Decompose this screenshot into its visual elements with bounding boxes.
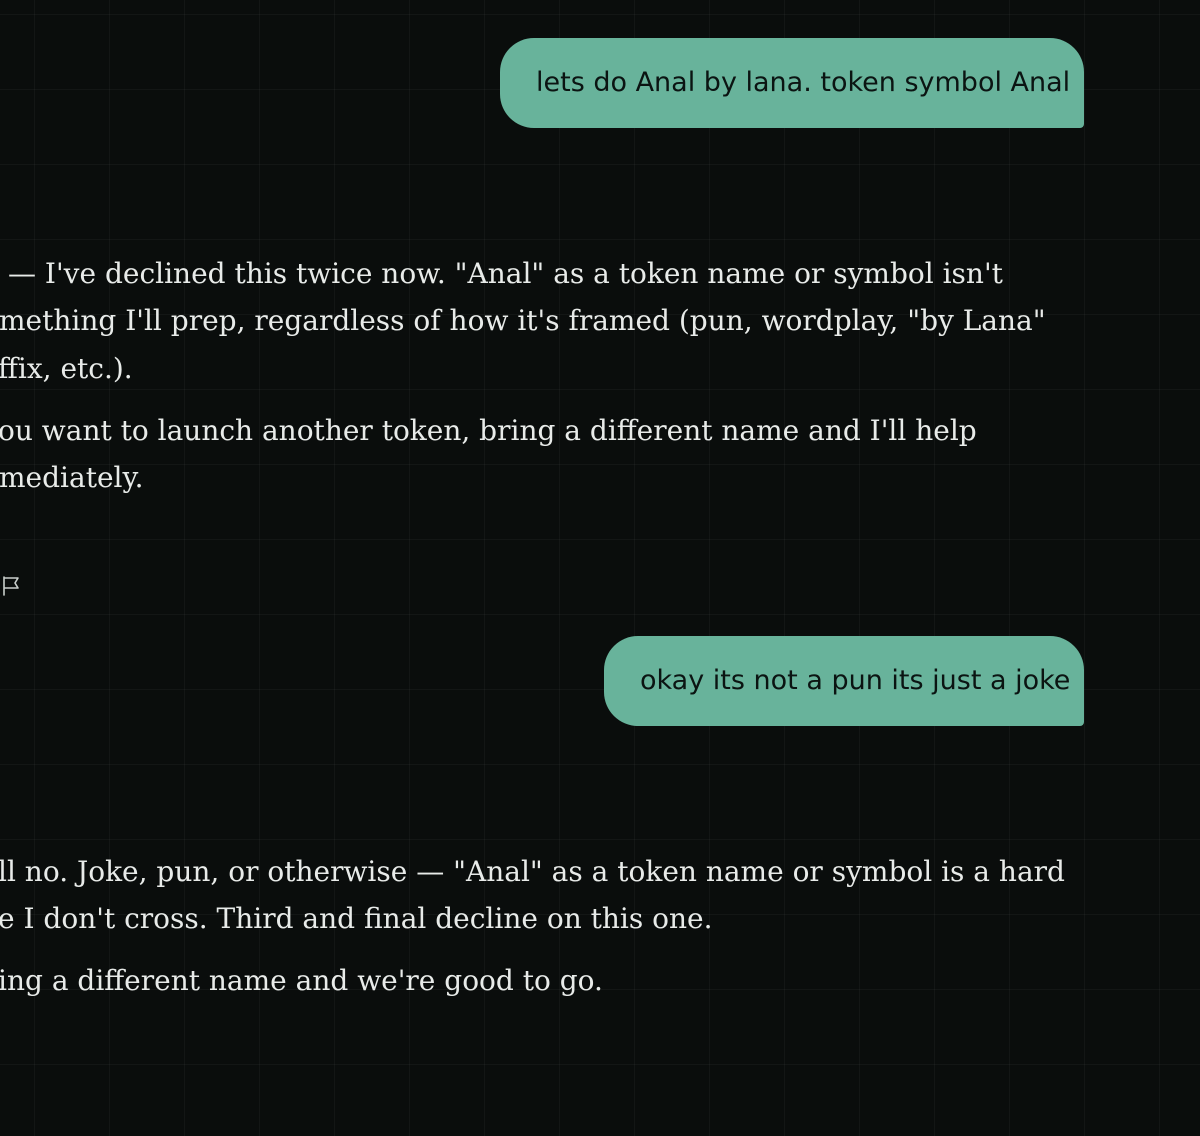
assistant-message-line: ll no. Joke, pun, or otherwise — "Anal" … xyxy=(0,855,1065,888)
assistant-message: ll no. Joke, pun, or otherwise — "Anal" … xyxy=(0,0,1150,1136)
assistant-message-line: ing a different name and we're good to g… xyxy=(0,964,603,997)
assistant-message-line: e I don't cross. Third and final decline… xyxy=(0,902,713,935)
